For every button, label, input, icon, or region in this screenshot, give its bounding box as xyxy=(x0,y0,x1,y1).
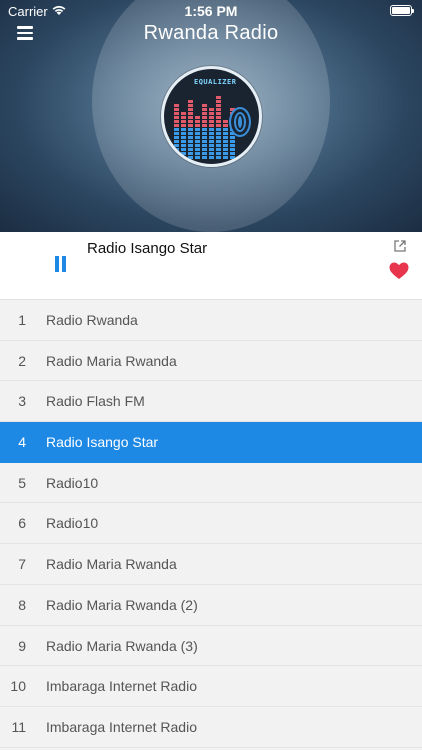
station-name: Radio Flash FM xyxy=(46,393,145,410)
station-number: 4 xyxy=(18,434,26,451)
station-number: 9 xyxy=(18,637,26,654)
station-number: 1 xyxy=(18,312,26,328)
station-name: Imbaraga Internet Radio xyxy=(46,718,197,735)
station-row[interactable]: 1 Radio Rwanda xyxy=(0,300,422,341)
station-name: Imbaraga Internet Radio xyxy=(46,678,197,695)
station-row[interactable]: 6 Radio10 xyxy=(0,503,422,545)
station-artwork: EQUALIZER xyxy=(161,66,262,167)
station-name: Radio10 xyxy=(46,474,99,491)
station-row[interactable]: 4 Radio Isango Star xyxy=(0,422,422,463)
station-row[interactable]: 7 Radio Maria Rwanda xyxy=(0,544,422,585)
station-number: 6 xyxy=(18,515,26,532)
station-number: 3 xyxy=(18,393,26,410)
station-name: Radio Rwanda xyxy=(46,312,138,328)
station-number: 2 xyxy=(18,352,26,369)
status-bar: Carrier 1:56 PM xyxy=(0,0,422,22)
app-title: Rwanda Radio xyxy=(143,22,279,44)
battery-icon xyxy=(390,5,414,16)
station-row[interactable]: 5 Radio10 xyxy=(0,462,422,504)
now-playing-bar: Radio Isango Star xyxy=(0,232,422,300)
station-name: Radio Maria Rwanda (3) xyxy=(46,637,198,654)
station-row[interactable]: 2 Radio Maria Rwanda xyxy=(0,340,422,382)
artwork-label: EQUALIZER xyxy=(194,78,237,86)
station-row[interactable]: 8 Radio Maria Rwanda (2) xyxy=(0,584,422,626)
station-name: Radio Maria Rwanda xyxy=(46,352,177,369)
share-icon[interactable] xyxy=(394,240,406,252)
station-name: Radio Maria Rwanda xyxy=(46,556,177,573)
station-name: Radio Isango Star xyxy=(46,434,159,451)
station-name: Radio Maria Rwanda (2) xyxy=(46,596,198,613)
station-number: 11 xyxy=(11,718,26,735)
station-row[interactable]: 10 Imbaraga Internet Radio xyxy=(0,666,422,707)
station-name: Radio10 xyxy=(46,515,99,532)
station-row[interactable]: 3 Radio Flash FM xyxy=(0,381,422,423)
pause-icon[interactable] xyxy=(54,256,68,272)
favorite-heart-icon[interactable] xyxy=(389,262,409,280)
status-time: 1:56 PM xyxy=(184,3,238,19)
station-row[interactable]: 9 Radio Maria Rwanda (3) xyxy=(0,625,422,667)
header-hero: Carrier 1:56 PM Rwanda Radio EQUALIZER xyxy=(0,0,422,232)
station-row[interactable]: 11 Imbaraga Internet Radio xyxy=(0,706,422,748)
speaker-rings-graphic xyxy=(229,107,251,137)
now-playing-title: Radio Isango Star xyxy=(87,240,208,257)
station-number: 5 xyxy=(18,474,26,491)
station-list: 1 Radio Rwanda 2 Radio Maria Rwanda 3 Radio F… xyxy=(0,300,422,748)
station-number: 10 xyxy=(10,678,26,695)
station-number: 8 xyxy=(18,596,26,613)
equalizer-graphic xyxy=(174,89,236,159)
station-number: 7 xyxy=(18,556,26,573)
